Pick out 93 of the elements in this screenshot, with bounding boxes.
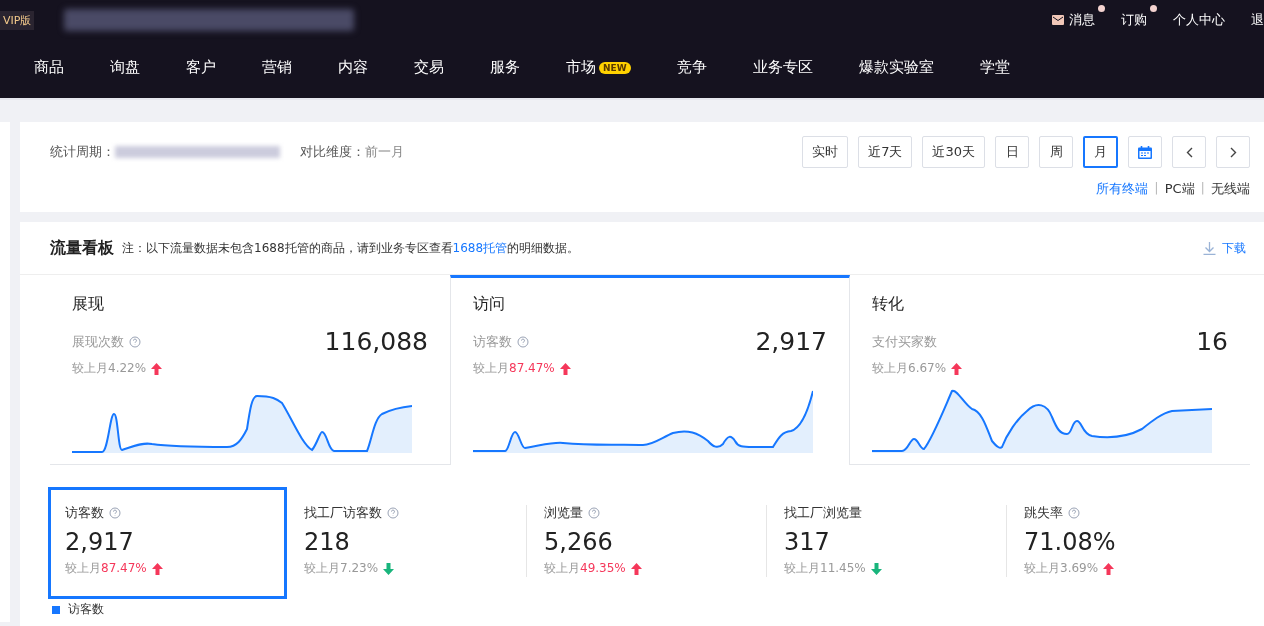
- range-button[interactable]: 周: [1039, 136, 1073, 168]
- chevron-left-icon: [1185, 146, 1193, 158]
- help-icon[interactable]: [588, 507, 600, 519]
- board-note: 注：以下流量数据未包含1688托管的商品，请到业务专区查看1688托管的明细数据。: [122, 239, 580, 257]
- metric-value: 116,088: [324, 327, 428, 356]
- header-link[interactable]: 个人中心: [1173, 11, 1225, 29]
- nav-item[interactable]: 商品: [34, 58, 64, 77]
- nav-item[interactable]: 内容: [338, 58, 368, 77]
- metric-value: 218: [304, 528, 351, 556]
- metric-card[interactable]: 浏览量 5,266 较上月49.35%: [527, 487, 766, 599]
- download-icon: [1203, 241, 1216, 255]
- metric-value: 5,266: [544, 528, 614, 556]
- metric-card[interactable]: 跳失率 71.08% 较上月 3.69%: [1007, 487, 1246, 599]
- vip-badge: VIP版: [0, 10, 35, 30]
- metric-label: 找工厂浏览量: [784, 504, 862, 522]
- range-button[interactable]: 实时: [802, 136, 849, 168]
- metric-value: 16: [1196, 327, 1228, 356]
- terminal-link[interactable]: 无线端: [1211, 180, 1250, 198]
- nav-item[interactable]: 市场: [566, 58, 596, 77]
- header-link[interactable]: 消息: [1052, 11, 1095, 29]
- range-button[interactable]: 日: [995, 136, 1029, 168]
- nav-item[interactable]: 竞争: [676, 58, 707, 77]
- metric-label: 跳失率: [1024, 504, 1063, 522]
- separator: |: [1200, 180, 1205, 197]
- nav-item[interactable]: 学堂: [979, 58, 1010, 77]
- arrow-up-icon: [151, 562, 163, 575]
- metric-value: 2,917: [65, 528, 135, 556]
- terminal-link[interactable]: 所有终端: [1096, 180, 1149, 198]
- separator: |: [1154, 180, 1159, 197]
- calendar-icon: [1138, 145, 1152, 159]
- previous-button[interactable]: [1172, 136, 1206, 168]
- nav-item[interactable]: 交易: [414, 58, 444, 77]
- change-text: 较上月 3.69%: [1024, 560, 1099, 577]
- nav-item[interactable]: 业务专区: [752, 58, 813, 77]
- range-button[interactable]: 近7天: [858, 136, 913, 168]
- nav-item[interactable]: 客户: [186, 58, 216, 77]
- metric-label: 访客数: [473, 332, 512, 351]
- nav-item[interactable]: 服务: [490, 58, 520, 77]
- hosting-link[interactable]: 1688托管: [452, 240, 508, 255]
- mail-icon: [1052, 15, 1064, 25]
- download-link[interactable]: 下载: [1203, 239, 1246, 257]
- compare-value[interactable]: 前一月: [365, 143, 404, 161]
- board-title: 流量看板: [50, 237, 114, 259]
- header-link[interactable]: 订购: [1121, 11, 1147, 29]
- tab-title: 展现: [72, 294, 105, 315]
- metric-card[interactable]: 找工厂访客数 218 较上月 7.23%: [287, 487, 526, 599]
- help-icon[interactable]: [517, 335, 529, 348]
- arrow-up-icon: [559, 362, 571, 375]
- change-text: 较上月49.35%: [544, 560, 626, 577]
- arrow-up-icon: [951, 362, 963, 375]
- period-label: 统计周期：: [50, 143, 115, 161]
- help-icon[interactable]: [1068, 507, 1080, 519]
- metric-value: 317: [784, 528, 831, 556]
- arrow-down-icon: [870, 562, 882, 575]
- legend-label: 访客数: [68, 601, 104, 618]
- nav-item[interactable]: 询盘: [110, 58, 140, 77]
- change-text: 较上月4.22%: [72, 360, 147, 377]
- change-text: 较上月 87.47%: [473, 360, 555, 377]
- metric-label: 找工厂访客数: [304, 504, 382, 522]
- change-text: 较上月 87.47%: [65, 560, 147, 577]
- metric-label: 支付买家数: [872, 332, 937, 351]
- metric-label: 浏览量: [544, 504, 583, 522]
- compare-label: 对比维度：: [300, 143, 365, 161]
- help-icon[interactable]: [387, 507, 399, 519]
- range-button[interactable]: 近30天: [922, 136, 985, 168]
- arrow-up-icon: [1103, 562, 1115, 575]
- metric-label: 访客数: [65, 504, 104, 522]
- arrow-up-icon: [151, 362, 163, 375]
- new-badge: NEW: [599, 61, 631, 74]
- change-text: 较上月 7.23%: [304, 560, 379, 577]
- header-link[interactable]: 退: [1251, 11, 1264, 29]
- chevron-right-icon: [1229, 146, 1237, 158]
- change-text: 较上月 11.45%: [784, 560, 866, 577]
- legend-swatch: [52, 605, 60, 614]
- nav-item[interactable]: 爆款实验室: [858, 58, 934, 77]
- metric-card[interactable]: 找工厂浏览量 317 较上月 11.45%: [767, 487, 1006, 599]
- tab-title: 转化: [872, 294, 905, 315]
- tab-title: 访问: [473, 294, 506, 315]
- arrow-down-icon: [383, 562, 395, 575]
- nav-item[interactable]: 营销: [262, 58, 292, 77]
- next-button[interactable]: [1216, 136, 1250, 168]
- help-icon[interactable]: [129, 335, 141, 348]
- metric-value: 2,917: [755, 327, 827, 356]
- metric-label: 展现次数: [72, 332, 124, 351]
- metric-card[interactable]: 访客数 2,917 较上月 87.47%: [48, 487, 287, 599]
- change-text: 较上月 6.67%: [872, 360, 947, 377]
- help-icon[interactable]: [109, 507, 121, 519]
- arrow-up-icon: [630, 562, 642, 575]
- range-button[interactable]: 月: [1083, 136, 1118, 168]
- metric-value: 71.08%: [1024, 528, 1117, 556]
- calendar-button[interactable]: [1128, 136, 1162, 168]
- terminal-link[interactable]: PC端: [1164, 180, 1195, 198]
- metric-tab[interactable]: 访问 访客数 2,917 较上月 87.47%: [450, 275, 850, 465]
